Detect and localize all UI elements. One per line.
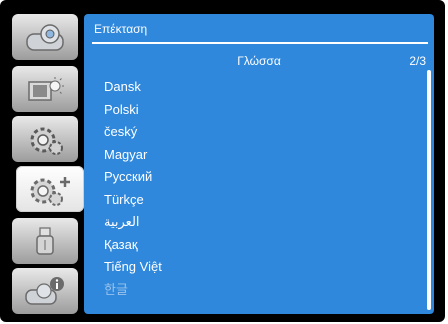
language-option[interactable]: Tiếng Việt (104, 256, 404, 279)
page-indicator: 2/3 (409, 54, 426, 68)
language-option[interactable]: العربية (104, 211, 404, 234)
expansion-gear-plus-icon (30, 177, 70, 206)
language-header-label: Γλώσσα (237, 54, 281, 68)
image-adjust-icon (28, 77, 64, 101)
sidebar-item-information[interactable] (12, 268, 78, 314)
sidebar-item-expansion[interactable] (16, 166, 84, 212)
projector-osd-frame: Επέκταση Γλώσσα 2/3 Dansk Polski český M… (0, 0, 445, 322)
projector-info-icon (25, 277, 64, 305)
language-option[interactable]: Polski (104, 99, 404, 122)
usb-icon (36, 227, 54, 255)
projector-icon (26, 24, 64, 51)
sidebar-item-image[interactable] (12, 66, 78, 112)
language-option[interactable]: český (104, 121, 404, 144)
sidebar-item-memory-viewer[interactable] (12, 218, 78, 264)
language-option[interactable]: Қазақ (104, 234, 404, 257)
language-option[interactable]: Dansk (104, 76, 404, 99)
title-divider (92, 42, 428, 44)
language-option[interactable]: Magyar (104, 144, 404, 167)
scrollbar[interactable] (427, 70, 431, 310)
menu-sidebar (12, 14, 84, 314)
language-option[interactable]: Русский (104, 166, 404, 189)
settings-gear-icon (30, 127, 63, 155)
sidebar-item-display[interactable] (12, 14, 78, 60)
language-option[interactable]: 한글 (104, 279, 404, 302)
language-menu-panel: Επέκταση Γλώσσα 2/3 Dansk Polski český M… (84, 14, 434, 314)
sidebar-item-setup[interactable] (12, 116, 78, 162)
language-header: Γλώσσα 2/3 (84, 52, 434, 70)
language-option[interactable]: Türkçe (104, 189, 404, 212)
language-list: Dansk Polski český Magyar Русский Türkçe… (104, 76, 404, 301)
panel-title: Επέκταση (94, 22, 148, 36)
